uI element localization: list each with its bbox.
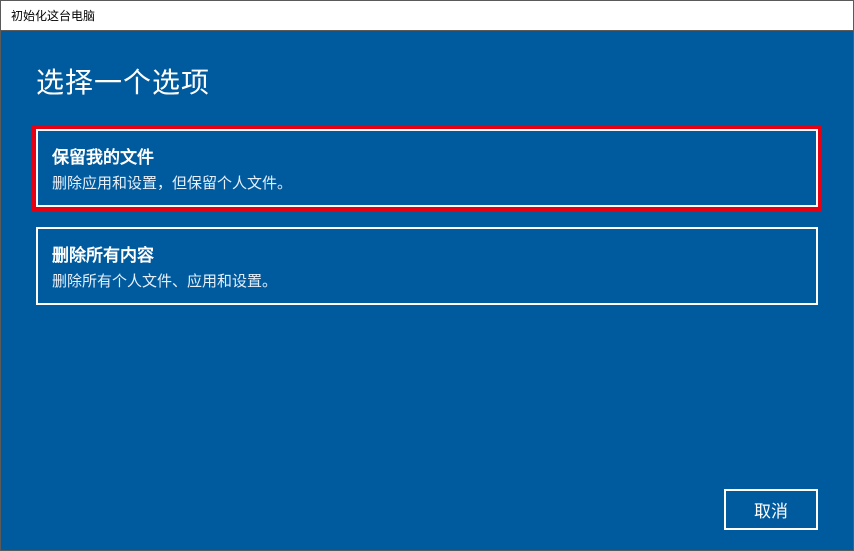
- page-heading: 选择一个选项: [36, 61, 818, 101]
- option-remove-everything-desc: 删除所有个人文件、应用和设置。: [52, 270, 802, 291]
- window-title: 初始化这台电脑: [11, 7, 95, 24]
- dialog-content: 选择一个选项 保留我的文件 删除应用和设置，但保留个人文件。 删除所有内容 删除…: [1, 31, 853, 550]
- option-keep-files-desc: 删除应用和设置，但保留个人文件。: [52, 172, 802, 193]
- reset-pc-dialog: 初始化这台电脑 选择一个选项 保留我的文件 删除应用和设置，但保留个人文件。 删…: [0, 0, 854, 551]
- option-keep-files[interactable]: 保留我的文件 删除应用和设置，但保留个人文件。: [36, 129, 818, 207]
- option-remove-everything-title: 删除所有内容: [52, 241, 802, 266]
- titlebar: 初始化这台电脑: [1, 1, 853, 31]
- cancel-button[interactable]: 取消: [724, 489, 818, 530]
- option-remove-everything[interactable]: 删除所有内容 删除所有个人文件、应用和设置。: [36, 227, 818, 305]
- dialog-footer: 取消: [36, 489, 818, 530]
- option-keep-files-title: 保留我的文件: [52, 143, 802, 168]
